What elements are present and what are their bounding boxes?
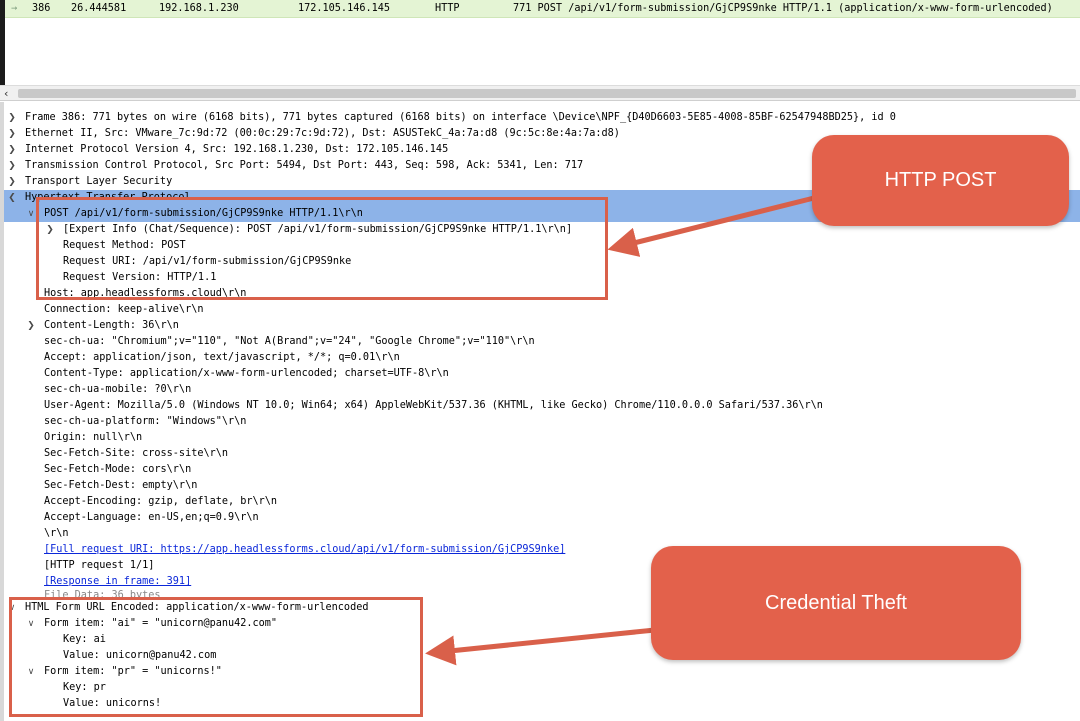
tree-label: Request Version: HTTP/1.1 (63, 272, 217, 283)
tree-label: Host: app.headlessforms.cloud\r\n (44, 288, 247, 299)
tree-label: Transmission Control Protocol, Src Port:… (25, 160, 584, 171)
horizontal-scrollbar[interactable]: ‹ (0, 85, 1080, 101)
tree-row-host[interactable]: Host: app.headlessforms.cloud\r\n (4, 286, 1080, 302)
tree-label: Key: ai (63, 634, 106, 645)
tree-label: Accept-Language: en-US,en;q=0.9\r\n (44, 512, 259, 523)
tree-label: sec-ch-ua: "Chromium";v="110", "Not A(Br… (44, 336, 535, 347)
expand-down-icon[interactable]: ∨ (26, 616, 36, 632)
tree-row-sec-ch-ua[interactable]: sec-ch-ua: "Chromium";v="110", "Not A(Br… (4, 334, 1080, 350)
tree-row-crlf[interactable]: \r\n (4, 526, 1080, 542)
tree-label: Key: pr (63, 682, 106, 693)
tree-label: sec-ch-ua-mobile: ?0\r\n (44, 384, 192, 395)
tree-label: File Data: 36 bytes (44, 590, 161, 598)
expand-down-icon[interactable]: ∨ (26, 206, 36, 222)
expand-right-icon[interactable]: ❯ (7, 174, 17, 190)
packet-time: 26.444581 (71, 3, 127, 14)
tree-label: Sec-Fetch-Mode: cors\r\n (44, 464, 192, 475)
tree-row-request-method[interactable]: Request Method: POST (4, 238, 1080, 254)
tree-label: Content-Length: 36\r\n (44, 320, 179, 331)
tree-row-sec-ch-ua-mobile[interactable]: sec-ch-ua-mobile: ?0\r\n (4, 382, 1080, 398)
tree-label: Connection: keep-alive\r\n (44, 304, 204, 315)
expand-right-icon[interactable]: ❯ (7, 142, 17, 158)
packet-source: 192.168.1.230 (159, 3, 239, 14)
tree-label: [HTTP request 1/1] (44, 560, 155, 571)
scroll-left-icon[interactable]: ‹ (4, 87, 8, 100)
expand-right-icon[interactable]: ❯ (7, 110, 17, 126)
scrollbar-thumb[interactable] (18, 89, 1076, 98)
callout-label: Credential Theft (765, 591, 907, 614)
packet-list-pane: → 386 26.444581 192.168.1.230 172.105.14… (0, 0, 1080, 85)
credential-theft-callout: Credential Theft (651, 546, 1021, 660)
packet-protocol: HTTP (435, 3, 460, 14)
http-post-callout: HTTP POST (812, 135, 1069, 226)
tree-label: Value: unicorn@panu42.com (63, 650, 217, 661)
full-request-uri-link[interactable]: [Full request URI: https://app.headlessf… (44, 542, 565, 558)
expand-down-icon[interactable]: ∨ (7, 600, 17, 616)
tree-row-accept-language[interactable]: Accept-Language: en-US,en;q=0.9\r\n (4, 510, 1080, 526)
tree-label: sec-ch-ua-platform: "Windows"\r\n (44, 416, 247, 427)
tree-label: \r\n (44, 528, 69, 539)
tree-row-request-uri[interactable]: Request URI: /api/v1/form-submission/GjC… (4, 254, 1080, 270)
expand-right-icon[interactable]: ❯ (26, 318, 36, 334)
tree-row-content-type[interactable]: Content-Type: application/x-www-form-url… (4, 366, 1080, 382)
tree-label: Request URI: /api/v1/form-submission/GjC… (63, 256, 352, 267)
tree-row-sec-fetch-mode[interactable]: Sec-Fetch-Mode: cors\r\n (4, 462, 1080, 478)
tree-row-sec-ch-ua-platform[interactable]: sec-ch-ua-platform: "Windows"\r\n (4, 414, 1080, 430)
packet-row[interactable]: → 386 26.444581 192.168.1.230 172.105.14… (5, 0, 1080, 18)
packet-number: 386 (32, 3, 51, 14)
expand-down-icon[interactable]: ∨ (26, 664, 36, 680)
expand-right-icon[interactable]: ❯ (7, 126, 17, 142)
tree-row-value-pr[interactable]: Value: unicorns! (4, 696, 1080, 712)
tree-row-key-pr[interactable]: Key: pr (4, 680, 1080, 696)
packet-destination: 172.105.146.145 (298, 3, 391, 14)
tree-label: Ethernet II, Src: VMware_7c:9d:72 (00:0c… (25, 128, 620, 139)
tree-label: Sec-Fetch-Dest: empty\r\n (44, 480, 198, 491)
tree-row-form-item-pr[interactable]: ∨ Form item: "pr" = "unicorns!" (4, 664, 1080, 680)
tree-row-accept-encoding[interactable]: Accept-Encoding: gzip, deflate, br\r\n (4, 494, 1080, 510)
tree-row-sec-fetch-dest[interactable]: Sec-Fetch-Dest: empty\r\n (4, 478, 1080, 494)
expand-right-icon[interactable]: ❯ (45, 222, 55, 238)
tree-label: Frame 386: 771 bytes on wire (6168 bits)… (25, 112, 896, 123)
frame-link-icon: → (11, 3, 18, 14)
callout-label: HTTP POST (884, 169, 997, 191)
tree-label: Internet Protocol Version 4, Src: 192.16… (25, 144, 449, 155)
tree-label: Origin: null\r\n (44, 432, 143, 443)
tree-label: Form item: "pr" = "unicorns!" (44, 666, 222, 677)
tree-label: Hypertext Transfer Protocol (25, 192, 191, 203)
tree-label: Value: unicorns! (63, 698, 162, 709)
tree-row-accept[interactable]: Accept: application/json, text/javascrip… (4, 350, 1080, 366)
tree-label: HTML Form URL Encoded: application/x-www… (25, 602, 369, 613)
tree-row-content-length[interactable]: ❯ Content-Length: 36\r\n (4, 318, 1080, 334)
expand-down-icon[interactable]: ❮ (7, 190, 17, 206)
tree-row-connection[interactable]: Connection: keep-alive\r\n (4, 302, 1080, 318)
tree-label: [Expert Info (Chat/Sequence): POST /api/… (63, 224, 573, 235)
tree-label: Sec-Fetch-Site: cross-site\r\n (44, 448, 229, 459)
tree-label: POST /api/v1/form-submission/GjCP9S9nke … (44, 208, 363, 219)
tree-label: Content-Type: application/x-www-form-url… (44, 368, 449, 379)
tree-label: Accept: application/json, text/javascrip… (44, 352, 400, 363)
tree-row-origin[interactable]: Origin: null\r\n (4, 430, 1080, 446)
tree-label: Form item: "ai" = "unicorn@panu42.com" (44, 618, 278, 629)
tree-row-request-version[interactable]: Request Version: HTTP/1.1 (4, 270, 1080, 286)
tree-label: Accept-Encoding: gzip, deflate, br\r\n (44, 496, 278, 507)
expand-right-icon[interactable]: ❯ (7, 158, 17, 174)
tree-label: User-Agent: Mozilla/5.0 (Windows NT 10.0… (44, 400, 823, 411)
packet-info: 771 POST /api/v1/form-submission/GjCP9S9… (513, 3, 1053, 14)
tree-row-user-agent[interactable]: User-Agent: Mozilla/5.0 (Windows NT 10.0… (4, 398, 1080, 414)
tree-row-sec-fetch-site[interactable]: Sec-Fetch-Site: cross-site\r\n (4, 446, 1080, 462)
tree-label: Transport Layer Security (25, 176, 173, 187)
tree-row-frame[interactable]: ❯ Frame 386: 771 bytes on wire (6168 bit… (4, 110, 1080, 126)
tree-label: Request Method: POST (63, 240, 186, 251)
